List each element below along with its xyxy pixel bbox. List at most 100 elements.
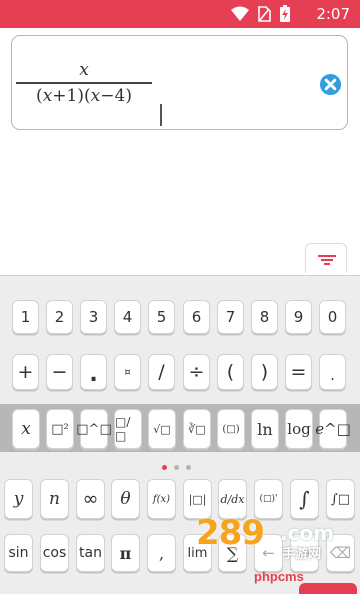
key-label: sin [8,545,29,561]
clear-button[interactable] [319,73,342,96]
key-label: (□)' [259,494,278,504]
key-3[interactable]: 3 [80,300,107,334]
number: 4 [114,85,126,106]
key-comma[interactable]: , [147,534,176,572]
numerator: x [79,60,89,80]
status-bar: 2:07 [0,0,360,28]
key-7[interactable]: 7 [217,300,244,334]
no-sim-icon [258,5,271,22]
key-pi[interactable]: π [111,534,140,572]
key-label: e^□ [315,420,351,438]
key-label: 6 [191,308,202,326]
key-4[interactable]: 4 [114,300,141,334]
key-minus[interactable]: − [46,354,73,390]
text-cursor [160,104,162,126]
paren-close: ) [77,85,84,106]
key-period[interactable]: . [319,354,346,390]
key-slash[interactable]: / [148,354,175,390]
expression-input[interactable]: x (x+1)(x−4) [11,35,348,130]
fraction: x (x+1)(x−4) [16,60,152,107]
key-label: lim [187,545,208,561]
page-dot[interactable] [186,465,191,470]
key-6[interactable]: 6 [183,300,210,334]
key-label: d/dx [220,492,245,506]
key-label: ∫□ [330,491,351,507]
key-placeholder-box[interactable]: ¤ [114,354,141,390]
key-label: □^□ [76,421,112,437]
key-label: 0 [327,308,338,326]
key-8[interactable]: 8 [251,300,278,334]
key-tan[interactable]: tan [76,534,105,572]
key-label: √□ [153,422,171,436]
page-dot-active[interactable] [162,465,167,470]
key-label: ∞ [82,488,99,510]
key-parentheses[interactable]: (□) [217,409,245,449]
key-label: |□| [188,492,207,506]
key-label: 2 [54,308,65,326]
arrow-left-icon: ← [262,544,275,562]
key-0[interactable]: 0 [319,300,346,334]
key-derivative[interactable]: d/dx [218,479,247,519]
key-exp[interactable]: e^□ [315,409,351,449]
key-2[interactable]: 2 [46,300,73,334]
key-abs[interactable]: |□| [183,479,212,519]
key-definite-integral[interactable]: ∫□ [326,479,355,519]
operator: + [52,85,67,106]
fraction-bar [16,82,152,84]
key-sqrt[interactable]: √□ [148,409,176,449]
status-icons [231,5,290,22]
key-theta[interactable]: θ [111,479,140,519]
key-sum[interactable]: ∑ [218,534,247,572]
key-label: n [49,489,60,509]
key-y[interactable]: y [4,479,33,519]
key-sin[interactable]: sin [4,534,33,572]
key-equals[interactable]: = [285,354,312,390]
key-prime[interactable]: (□)' [254,479,283,519]
key-plus[interactable]: + [12,354,39,390]
key-label: ∑ [226,543,239,563]
keyboard-toggle-button[interactable] [305,243,347,273]
key-log[interactable]: log [285,409,313,449]
key-ln[interactable]: ln [251,409,279,449]
paren-open: ( [84,85,91,106]
key-9[interactable]: 9 [285,300,312,334]
key-n[interactable]: n [40,479,69,519]
key-label: ÷ [188,361,205,383]
key-1[interactable]: 1 [12,300,39,334]
key-divide[interactable]: ÷ [183,354,210,390]
key-label: θ [120,489,131,509]
key-label: tan [79,545,102,561]
key-label: 3 [88,308,99,326]
key-paren-close[interactable]: ) [251,354,278,390]
page-dot[interactable] [174,465,179,470]
key-5[interactable]: 5 [148,300,175,334]
key-square[interactable]: □² [46,409,74,449]
key-label: □/□ [115,415,131,443]
key-label: ∛□ [188,422,206,436]
paren-close: ) [125,85,132,106]
key-label: y [13,489,24,509]
key-limit[interactable]: lim [183,534,212,572]
paren-open: ( [36,85,43,106]
key-cursor-right[interactable]: → [290,534,319,572]
key-nth-root[interactable]: ∛□ [183,409,211,449]
key-integral[interactable]: ∫ [290,479,319,519]
key-cursor-left[interactable]: ← [254,534,283,572]
backspace-icon: ⌫ [329,544,352,562]
key-cos[interactable]: cos [40,534,69,572]
key-label: cos [42,545,67,561]
key-label: π [119,543,132,563]
key-power[interactable]: □^□ [76,409,112,449]
key-label: 9 [293,308,304,326]
key-paren-open[interactable]: ( [217,354,244,390]
key-x[interactable]: x [12,409,40,449]
key-infinity[interactable]: ∞ [76,479,105,519]
page-indicator [162,465,191,470]
key-backspace[interactable]: ⌫ [326,534,355,572]
key-label: ¤ [124,366,131,378]
key-fraction[interactable]: □/□ [114,409,142,449]
key-function[interactable]: f(x) [147,479,176,519]
key-decimal-point[interactable]: . [80,354,107,390]
variable: x [42,85,53,106]
key-label: 1 [20,308,31,326]
